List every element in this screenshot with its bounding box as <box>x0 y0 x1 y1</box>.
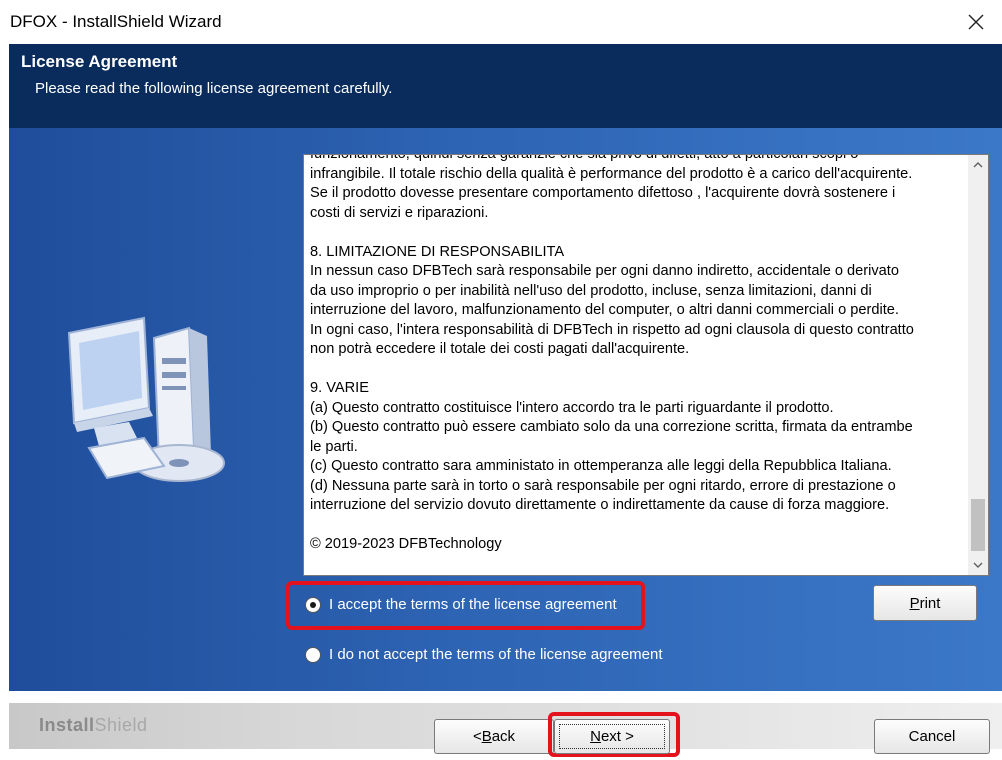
decline-radio-option[interactable]: I do not accept the terms of the license… <box>305 646 663 663</box>
accept-radio-label[interactable]: I accept the terms of the license agreem… <box>329 596 617 613</box>
license-line: (d) Nessuna parte sarà in torto o sarà r… <box>310 477 896 494</box>
close-icon[interactable] <box>956 6 996 38</box>
scrollbar-thumb[interactable] <box>971 499 985 551</box>
license-text-box[interactable]: funzionamento, quindi senza garanzie che… <box>303 154 989 576</box>
accept-radio-option[interactable]: I accept the terms of the license agreem… <box>305 596 617 613</box>
next-button[interactable]: Next > <box>554 719 670 754</box>
license-line: da uso improprio o per inabilità nell'us… <box>310 282 872 299</box>
installshield-window: DFOX - InstallShield Wizard License Agre… <box>0 0 1002 760</box>
cancel-label: Cancel <box>908 728 956 745</box>
license-line: 8. LIMITAZIONE DI RESPONSABILITA <box>310 243 565 260</box>
next-focus-ring <box>559 724 665 749</box>
page-subtitle: Please read the following license agreem… <box>35 80 393 97</box>
license-line: le parti. <box>310 438 358 455</box>
license-line: (a) Questo contratto costituisce l'inter… <box>310 399 834 416</box>
license-text-area: funzionamento, quindi senza garanzie che… <box>304 155 960 575</box>
print-button[interactable]: Print <box>873 585 977 621</box>
license-blank-line <box>310 516 956 536</box>
accept-radio-button[interactable] <box>305 596 321 613</box>
license-line: 9. VARIE <box>310 380 369 396</box>
license-line: © 2019-2023 DFBTechnology <box>310 536 502 552</box>
window-title: DFOX - InstallShield Wizard <box>10 12 222 31</box>
print-label-mnemonic: P <box>909 594 920 612</box>
title-bar: DFOX - InstallShield Wizard <box>0 0 1002 44</box>
computer-cd-illustration-icon <box>67 316 225 482</box>
license-line: interruzione del servizio dovuto diretta… <box>310 497 890 513</box>
wizard-body: funzionamento, quindi senza garanzie che… <box>9 128 1002 691</box>
scroll-up-arrow-icon[interactable] <box>968 155 988 175</box>
license-line: (c) Questo contratto sara amministato in… <box>310 458 892 474</box>
back-label-mnemonic: B <box>481 728 492 745</box>
back-label-pre: < <box>472 728 482 745</box>
brand-part-2: Shield <box>94 715 148 735</box>
decline-radio-button[interactable] <box>305 646 321 663</box>
scroll-down-arrow-icon[interactable] <box>968 555 988 575</box>
license-line: Se il prodotto dovesse presentare compor… <box>310 185 896 201</box>
brand-part-1: Install <box>39 715 95 735</box>
license-blank-line <box>310 223 956 243</box>
license-blank-line <box>310 360 956 380</box>
license-text: funzionamento, quindi senza garanzie che… <box>310 155 956 555</box>
back-button[interactable]: < Back <box>434 719 554 754</box>
cancel-button[interactable]: Cancel <box>874 719 990 754</box>
license-line: costi di servizi e riparazioni. <box>310 204 489 221</box>
license-line: infrangibile. Il totale rischio della qu… <box>310 165 913 182</box>
license-line: In ogni caso, l'intera responsabilità di… <box>310 321 914 338</box>
back-label-post: ack <box>491 728 516 745</box>
license-line: funzionamento, quindi senza garanzie che… <box>310 155 956 165</box>
license-line: non potrà eccedere il totale dei costi p… <box>310 341 690 357</box>
license-line: (b) Questo contratto può essere cambiato… <box>310 419 913 435</box>
license-scrollbar[interactable] <box>968 155 988 575</box>
page-title: License Agreement <box>21 52 178 71</box>
license-line: interruzione del lavoro, malfunzionament… <box>310 302 899 318</box>
wizard-header: License Agreement Please read the follow… <box>9 44 1002 128</box>
installshield-logo: InstallShield <box>39 715 148 736</box>
print-label-post: rint <box>919 594 941 612</box>
wizard-footer: InstallShield < Back Next > Cancel <box>9 691 1002 760</box>
decline-radio-label[interactable]: I do not accept the terms of the license… <box>329 646 663 663</box>
license-line: In nessun caso DFBTech sarà responsabile… <box>310 263 899 279</box>
